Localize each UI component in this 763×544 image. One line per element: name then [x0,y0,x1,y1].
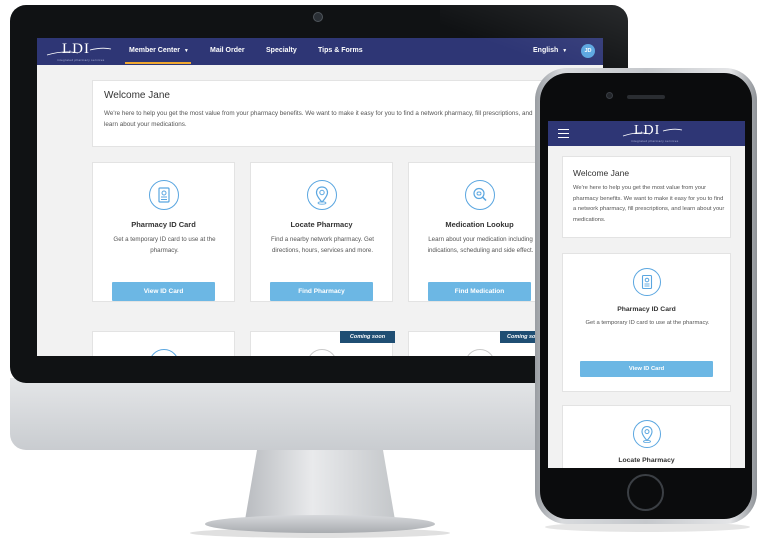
welcome-text: We're here to help you get the most valu… [104,110,533,128]
card-row2-1 [92,331,235,356]
desktop-screen: LDI integrated pharmacy services Member … [37,38,603,356]
welcome-text: We're here to help you get the most valu… [573,185,725,223]
card-description: Get a temporary ID card to use at the ph… [113,236,216,254]
card-pharmacy-id: Pharmacy ID Card Get a temporary ID card… [562,253,731,392]
mobile-screen: LDI integrated pharmacy services Welcome… [548,121,745,468]
desktop-logo[interactable]: LDI integrated pharmacy services [44,41,114,63]
phone-speaker [627,95,665,99]
card-title: Pharmacy ID Card [617,306,676,313]
desktop-navbar: LDI integrated pharmacy services Member … [37,38,603,65]
card-description: Get a temporary ID card to use at the ph… [585,320,710,326]
logo-text: LDI [62,41,90,57]
card-title: Locate Pharmacy [618,457,675,464]
welcome-panel: Welcome Jane We're here to help you get … [92,80,562,147]
card-row2-2: Coming soon [250,331,395,356]
nav-member-center-label: Member Center [129,47,180,54]
partial-icon [465,349,495,356]
partial-icon [307,349,337,356]
find-pharmacy-button[interactable]: Find Pharmacy [270,282,373,301]
logo-text: LDI [634,123,661,138]
hamburger-menu-icon[interactable] [558,129,569,138]
active-tab-indicator [125,62,191,64]
card-title: Pharmacy ID Card [131,220,196,229]
card-medication-lookup: Medication Lookup Learn about your medic… [408,162,551,302]
mobile-logo[interactable]: LDI integrated pharmacy services [620,122,684,144]
language-selector[interactable]: English ▼ [533,47,567,54]
chevron-down-icon: ▼ [562,48,568,54]
welcome-title: Welcome Jane [573,168,630,178]
partial-icon [149,349,179,356]
view-id-card-button[interactable]: View ID Card [112,282,215,301]
card-row2-3: Coming so [408,331,552,356]
imac-stand-foot [205,515,435,533]
card-title: Locate Pharmacy [290,220,353,229]
card-locate-pharmacy: Locate Pharmacy [562,405,731,468]
logo-tagline: integrated pharmacy services [631,139,679,143]
id-card-icon [633,268,661,296]
imac-stand-neck [245,450,395,520]
language-label: English [533,47,559,54]
nav-specialty[interactable]: Specialty [266,47,297,54]
card-description: Learn about your medication including in… [427,236,534,254]
coming-soon-badge: Coming soon [340,331,395,343]
chevron-down-icon: ▼ [183,48,189,54]
find-medication-button[interactable]: Find Medication [428,282,531,301]
card-title: Medication Lookup [445,220,514,229]
welcome-panel: Welcome Jane We're here to help you get … [562,156,731,238]
card-description: Find a nearby network pharmacy. Get dire… [270,236,375,254]
location-pin-icon [633,420,661,448]
welcome-title: Welcome Jane [104,90,170,101]
nav-member-center[interactable]: Member Center ▼ [129,47,189,54]
imac-camera [313,12,323,22]
view-id-card-button[interactable]: View ID Card [580,361,713,377]
card-locate-pharmacy: Locate Pharmacy Find a nearby network ph… [250,162,393,302]
avatar[interactable]: JD [581,44,595,58]
phone-home-button[interactable] [627,474,664,511]
phone-camera [606,92,613,99]
card-pharmacy-id: Pharmacy ID Card Get a temporary ID card… [92,162,235,302]
logo-tagline: integrated pharmacy services [57,58,105,62]
id-card-icon [149,180,179,210]
nav-mail-order[interactable]: Mail Order [210,47,245,54]
mobile-navbar: LDI integrated pharmacy services [548,121,745,146]
location-pin-icon [307,180,337,210]
nav-tips-forms[interactable]: Tips & Forms [318,47,363,54]
pill-search-icon [465,180,495,210]
